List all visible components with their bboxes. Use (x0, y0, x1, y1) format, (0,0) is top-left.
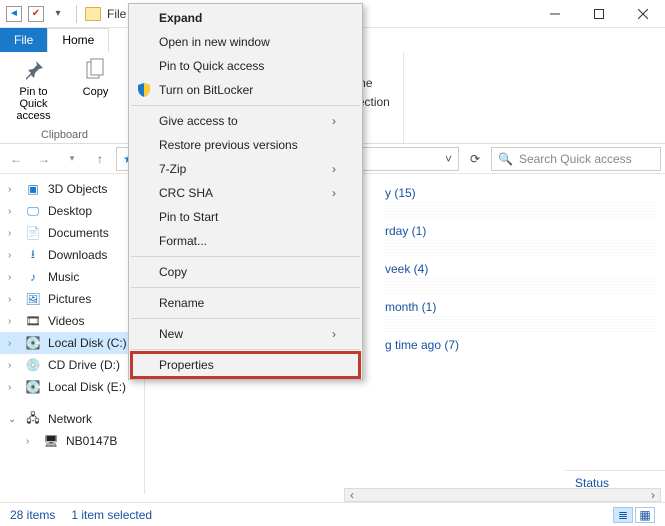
context-menu-item[interactable]: New› (129, 322, 362, 346)
group-row[interactable]: veek (4) (385, 256, 655, 278)
context-menu-item[interactable]: CRC SHA› (129, 181, 362, 205)
context-menu-item[interactable]: 7-Zip› (129, 157, 362, 181)
cd-icon: 💿 (24, 357, 42, 373)
submenu-arrow-icon: › (332, 162, 336, 176)
drive-icon: 💽 (24, 335, 42, 351)
shield-icon (135, 81, 153, 99)
pin-to-quick-access-button[interactable]: Pin to Quick access (8, 56, 60, 122)
group-row[interactable]: month (1) (385, 294, 655, 316)
pin-icon (20, 56, 48, 84)
drive-icon: 💽 (24, 379, 42, 395)
close-button[interactable] (621, 0, 665, 28)
search-icon: 🔍 (498, 152, 513, 166)
cube-icon: ▣ (24, 181, 42, 197)
context-menu-item[interactable]: Properties (132, 353, 359, 377)
tree-item-music[interactable]: ›♪Music (0, 266, 144, 288)
nav-up-button[interactable]: ↑ (88, 147, 112, 171)
tree-item-local-disk-e[interactable]: ›💽Local Disk (E:) (0, 376, 144, 398)
folder-icon (85, 7, 101, 21)
documents-icon: 📄 (24, 225, 42, 241)
group-row[interactable]: y (15) (385, 180, 655, 202)
tree-item-pictures[interactable]: ›🖼Pictures (0, 288, 144, 310)
refresh-button[interactable]: ⟳ (463, 147, 487, 171)
copy-icon (82, 56, 110, 84)
pictures-icon: 🖼 (24, 291, 42, 307)
status-selected-count: 1 item selected (71, 508, 152, 522)
tab-home[interactable]: Home (47, 28, 109, 52)
context-menu-item[interactable]: Give access to› (129, 109, 362, 133)
context-menu-item[interactable]: Turn on BitLocker (129, 78, 362, 102)
context-menu-item[interactable]: Pin to Quick access (129, 54, 362, 78)
horizontal-scrollbar[interactable]: ‹ › (344, 488, 661, 502)
navigation-pane[interactable]: ›▣3D Objects ›🖵Desktop ›📄Documents ›⭳Dow… (0, 174, 145, 494)
tree-item-3d-objects[interactable]: ›▣3D Objects (0, 178, 144, 200)
tree-item-documents[interactable]: ›📄Documents (0, 222, 144, 244)
group-label-clipboard: Clipboard (41, 127, 88, 141)
context-menu: ExpandOpen in new windowPin to Quick acc… (128, 3, 363, 380)
context-menu-item[interactable]: Rename (129, 291, 362, 315)
downloads-icon: ⭳ (24, 247, 42, 263)
computer-icon: 🖥 (42, 433, 60, 449)
group-row[interactable]: g time ago (7) (385, 332, 655, 354)
tree-item-network-node[interactable]: ›🖥NB0147B (0, 430, 144, 452)
qat-back-icon[interactable]: ◄ (6, 6, 22, 22)
scroll-left-icon[interactable]: ‹ (345, 488, 359, 502)
tree-item-videos[interactable]: ›🎞Videos (0, 310, 144, 332)
context-menu-item[interactable]: Copy (129, 260, 362, 284)
minimize-button[interactable] (533, 0, 577, 28)
context-menu-item[interactable]: Open in new window (129, 30, 362, 54)
submenu-arrow-icon: › (332, 327, 336, 341)
videos-icon: 🎞 (24, 313, 42, 329)
tree-item-downloads[interactable]: ›⭳Downloads (0, 244, 144, 266)
status-bar: 28 items 1 item selected ≣ ▦ (0, 502, 665, 526)
tree-item-network[interactable]: ⌄🖧Network (0, 408, 144, 430)
search-input[interactable]: 🔍 Search Quick access (491, 147, 661, 171)
tree-item-local-disk-c[interactable]: ›💽Local Disk (C:) (0, 332, 144, 354)
submenu-arrow-icon: › (332, 186, 336, 200)
group-row[interactable]: rday (1) (385, 218, 655, 240)
music-icon: ♪ (24, 269, 42, 285)
nav-history-button[interactable]: ▾ (60, 147, 84, 171)
desktop-icon: 🖵 (24, 203, 42, 219)
status-item-count: 28 items (10, 508, 55, 522)
network-icon: 🖧 (24, 411, 42, 427)
tree-item-cd-drive-d[interactable]: ›💿CD Drive (D:) (0, 354, 144, 376)
view-details-button[interactable]: ≣ (613, 507, 633, 523)
qat-overflow-icon[interactable]: ▾ (50, 6, 66, 22)
tree-item-desktop[interactable]: ›🖵Desktop (0, 200, 144, 222)
context-menu-item[interactable]: Expand (129, 6, 362, 30)
context-menu-item[interactable]: Format... (129, 229, 362, 253)
submenu-arrow-icon: › (332, 114, 336, 128)
chevron-down-icon[interactable]: ˅ (445, 152, 452, 166)
tab-file[interactable]: File (0, 28, 47, 52)
nav-back-button[interactable]: ← (4, 147, 28, 171)
qat-properties-icon[interactable]: ✔ (28, 6, 44, 22)
context-menu-item[interactable]: Pin to Start (129, 205, 362, 229)
view-icons-button[interactable]: ▦ (635, 507, 655, 523)
scroll-right-icon[interactable]: › (646, 488, 660, 502)
context-menu-item[interactable]: Restore previous versions (129, 133, 362, 157)
maximize-button[interactable] (577, 0, 621, 28)
nav-forward-button[interactable]: → (32, 147, 56, 171)
copy-button[interactable]: Copy (70, 56, 122, 98)
